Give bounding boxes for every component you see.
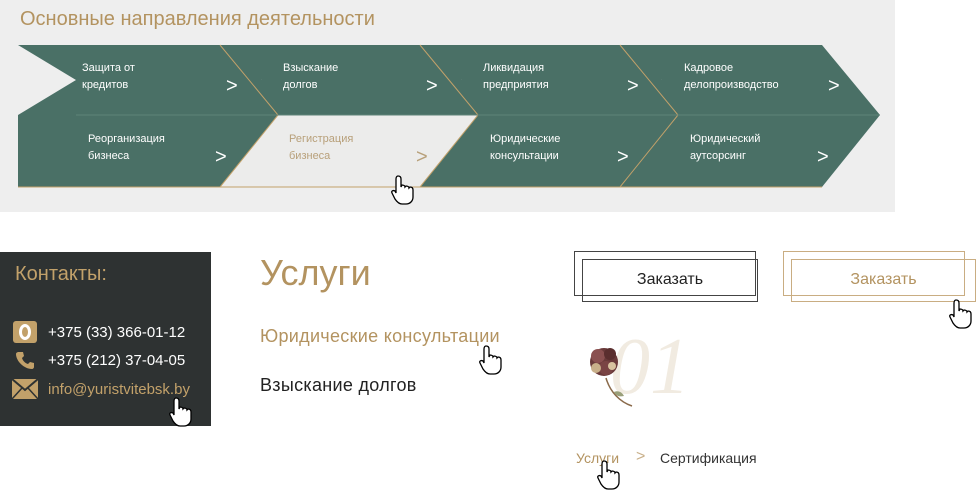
hand-cursor-icon bbox=[479, 345, 502, 375]
contact-phone2-row[interactable]: +375 (212) 37-04-05 bbox=[12, 348, 185, 372]
chevron-right-icon: > bbox=[817, 146, 829, 168]
chevron-right-icon: > bbox=[617, 146, 629, 168]
direction-item-hr-records[interactable]: Кадровое делопроизводство bbox=[684, 60, 834, 94]
chevron-right-icon: > bbox=[215, 146, 227, 168]
directions-arrows bbox=[18, 44, 880, 188]
order-button-label: Заказать bbox=[636, 270, 704, 288]
contact-phone2[interactable]: +375 (212) 37-04-05 bbox=[48, 352, 185, 369]
contacts-title: Контакты: bbox=[15, 263, 107, 285]
service-link-legal-consulting[interactable]: Юридические консультации bbox=[260, 326, 500, 347]
hand-cursor-icon bbox=[949, 299, 972, 329]
contact-phone1[interactable]: +375 (33) 366-01-12 bbox=[48, 324, 185, 341]
hand-cursor-icon bbox=[169, 397, 192, 427]
velcom-icon bbox=[12, 321, 38, 343]
chevron-right-icon: > bbox=[226, 75, 238, 97]
breadcrumb-current: Сертификация bbox=[660, 450, 757, 466]
services-heading: Услуги bbox=[260, 252, 371, 293]
envelope-icon bbox=[12, 378, 38, 400]
direction-item-liquidation[interactable]: Ликвидация предприятия bbox=[483, 60, 633, 94]
contact-email-row[interactable]: info@yuristvitebsk.by bbox=[12, 377, 190, 401]
order-button-hover-label: Заказать bbox=[850, 270, 917, 288]
flower-icon bbox=[590, 348, 633, 407]
phone-icon bbox=[12, 349, 38, 371]
chevron-right-icon: > bbox=[828, 75, 840, 97]
breadcrumb-separator: > bbox=[636, 448, 646, 465]
hand-cursor-icon bbox=[391, 175, 414, 205]
directions-panel: Основные направления деятельности Защита… bbox=[0, 0, 895, 212]
order-button-hover[interactable]: Заказать bbox=[783, 251, 976, 307]
order-button[interactable]: Заказать bbox=[574, 251, 764, 307]
direction-item-credit-protection[interactable]: Защита от кредитов bbox=[82, 60, 232, 94]
hand-cursor-icon bbox=[597, 460, 620, 490]
service-link-debt-recovery[interactable]: Взыскание долгов bbox=[260, 375, 417, 396]
contact-phone1-row[interactable]: +375 (33) 366-01-12 bbox=[12, 320, 185, 344]
chevron-right-icon: > bbox=[627, 75, 639, 97]
chevron-right-icon: > bbox=[426, 75, 438, 97]
chevron-right-icon: > bbox=[416, 146, 428, 168]
direction-item-debt-recovery[interactable]: Взыскание долгов bbox=[283, 60, 433, 94]
contact-email[interactable]: info@yuristvitebsk.by bbox=[48, 381, 190, 398]
